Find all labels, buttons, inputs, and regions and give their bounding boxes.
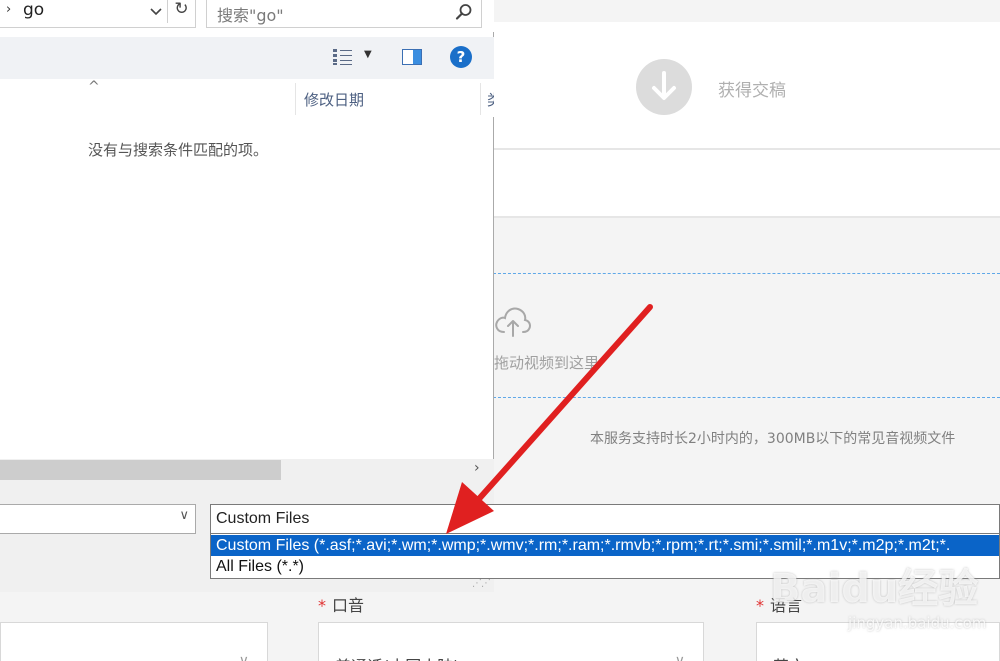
required-mark: * — [318, 596, 326, 615]
baidu-watermark: Baidu经验 jingyan.baidu.com — [770, 556, 986, 646]
cloud-upload-icon — [494, 305, 532, 343]
first-select[interactable]: ∨ — [0, 622, 268, 661]
column-header-row: ^ 修改日期 类 — [0, 79, 494, 117]
accent-select-value: 普通话(中国大陆) — [335, 653, 460, 661]
page-band — [493, 148, 1000, 218]
empty-results-message: 没有与搜索条件匹配的项。 — [88, 141, 269, 159]
support-info-text: 本服务支持时长2小时内的，300MB以下的常见音视频文件 — [590, 431, 956, 447]
address-bar[interactable]: › go ↻ — [0, 0, 196, 28]
scroll-right-icon[interactable]: › — [474, 460, 480, 476]
file-type-select[interactable]: Custom Files — [210, 504, 1000, 534]
accent-label: * 口音 — [318, 592, 364, 616]
chevron-down-icon: ∨ — [674, 653, 685, 661]
chevron-right-icon[interactable]: › — [6, 2, 11, 17]
address-text: go — [23, 0, 45, 20]
drag-hint-text: 拖动视频到这里 — [494, 354, 600, 372]
file-type-option-custom[interactable]: Custom Files (*.asf;*.avi;*.wm;*.wmp;*.w… — [211, 535, 999, 556]
resize-grip-icon[interactable]: ⋰⋰ — [472, 578, 491, 589]
view-options-icon[interactable] — [332, 48, 354, 66]
address-row: › go ↻ 搜索"go" — [0, 0, 494, 32]
view-dropdown-icon[interactable]: ▼ — [364, 49, 372, 60]
chevron-down-icon[interactable] — [147, 2, 165, 20]
horizontal-scrollbar[interactable]: › — [0, 459, 494, 481]
scrollbar-thumb[interactable] — [0, 460, 281, 480]
file-type-selected-value: Custom Files — [216, 510, 310, 527]
step-label: 获得交稿 — [718, 81, 786, 101]
required-mark: * — [756, 596, 764, 615]
chevron-down-icon[interactable]: ∨ — [179, 508, 189, 523]
dialog-toolbar: ▼ ? — [0, 37, 494, 79]
sort-ascending-icon: ^ — [88, 79, 100, 95]
preview-pane-icon[interactable] — [402, 49, 422, 65]
column-divider[interactable] — [480, 83, 481, 115]
watermark-brand: Baidu经验 — [770, 566, 979, 612]
watermark-url: jingyan.baidu.com — [848, 614, 987, 632]
column-divider[interactable] — [295, 83, 296, 115]
language-select-value: 英文 — [773, 653, 805, 661]
chevron-down-icon: ∨ — [238, 653, 249, 661]
help-icon[interactable]: ? — [450, 46, 472, 68]
file-name-input[interactable]: ∨ — [0, 504, 196, 534]
refresh-icon[interactable]: ↻ — [167, 0, 195, 23]
search-icon[interactable] — [455, 3, 473, 21]
accent-select[interactable]: 普通话(中国大陆) ∨ — [318, 622, 704, 661]
search-input[interactable]: 搜索"go" — [206, 0, 482, 28]
column-header-modified[interactable]: 修改日期 — [304, 89, 364, 110]
search-placeholder: 搜索"go" — [217, 6, 284, 25]
accent-label-text: 口音 — [332, 596, 365, 615]
upload-drop-zone[interactable] — [493, 273, 1000, 398]
download-step-icon — [636, 59, 692, 115]
column-header-type[interactable]: 类 — [487, 89, 494, 110]
